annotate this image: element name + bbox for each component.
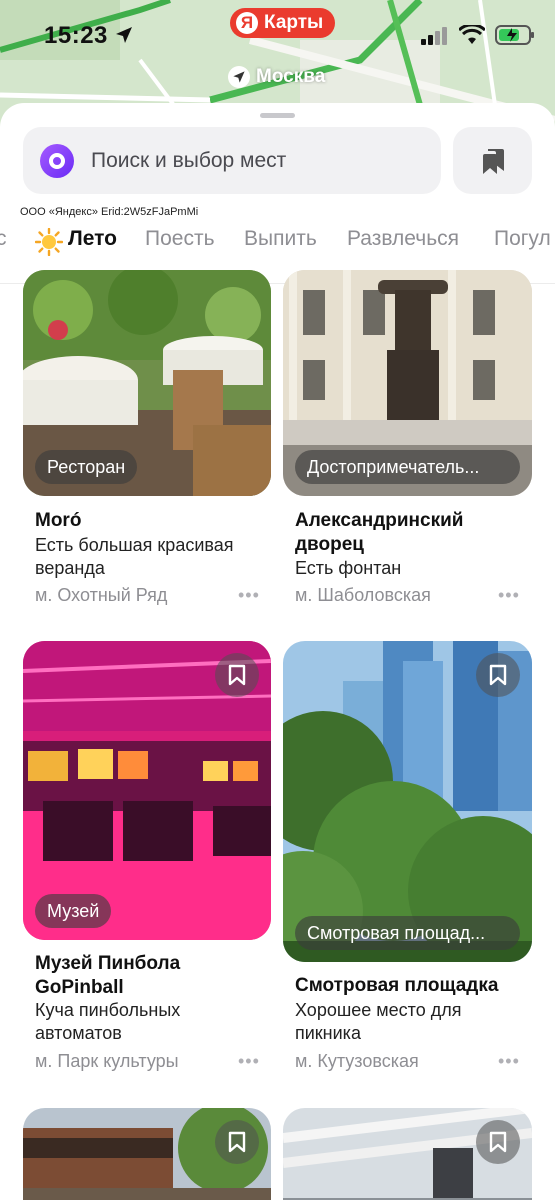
card-image-next-right[interactable]	[283, 1108, 532, 1200]
category-badge: Достопримечатель...	[295, 450, 520, 484]
sheet-grabber[interactable]	[260, 113, 295, 118]
tab-previous[interactable]: с	[0, 227, 7, 251]
card-title[interactable]: Moró	[35, 509, 81, 533]
bookmark-button[interactable]	[476, 1120, 520, 1164]
card-image-next-left[interactable]	[23, 1108, 271, 1200]
category-badge: Музей	[35, 894, 112, 928]
card-description: Хорошее место для пикника	[295, 1000, 462, 1043]
bookmark-button[interactable]	[476, 653, 520, 697]
signal-icon	[421, 27, 447, 45]
battery-icon	[495, 25, 534, 45]
card-title[interactable]: Музей Пинбола GoPinball	[35, 952, 265, 1000]
bookmark-icon	[228, 664, 246, 686]
bookmark-button[interactable]	[215, 653, 259, 697]
status-time: 15:23	[44, 22, 108, 49]
alice-voice-assistant-icon[interactable]	[40, 143, 74, 178]
tab-summer[interactable]: Лето	[68, 227, 117, 251]
current-city[interactable]: Москва	[228, 66, 325, 88]
bookmark-button[interactable]	[215, 1120, 259, 1164]
card-image-museum[interactable]: Музей	[23, 641, 271, 940]
category-badge: Смотровая площад...	[295, 916, 520, 950]
card-description: Есть большая красивая веранда	[35, 535, 234, 578]
location-arrow-icon	[116, 27, 132, 43]
more-options-icon[interactable]: •••	[498, 1051, 520, 1072]
status-icons	[421, 24, 535, 46]
card-metro-station: м. Шаболовская	[295, 585, 431, 605]
more-options-icon[interactable]: •••	[238, 585, 260, 606]
more-options-icon[interactable]: •••	[238, 1051, 260, 1072]
bookmarks-button[interactable]	[453, 127, 532, 194]
tab-walk[interactable]: Погул	[494, 227, 551, 251]
tab-entertainment[interactable]: Развлечься	[347, 227, 459, 251]
tab-drink[interactable]: Выпить	[244, 227, 317, 251]
yandex-logo-icon: Я	[236, 12, 258, 34]
status-bar: 15:23 Я Карты Москва	[0, 0, 555, 88]
card-image-viewpoint[interactable]: Смотровая площад...	[283, 641, 532, 962]
card-title[interactable]: Александринский дворец	[295, 509, 525, 557]
card-description: Есть фонтан	[295, 558, 402, 578]
card-description: Куча пинбольных автоматов	[35, 1000, 181, 1043]
card-image-landmark[interactable]: Достопримечатель...	[283, 270, 532, 496]
brand-name: Карты	[264, 12, 324, 33]
card-metro-station: м. Парк культуры	[35, 1051, 179, 1071]
brand-badge: Я Карты	[230, 8, 336, 38]
bookmark-icon	[489, 1131, 507, 1153]
location-arrow-icon	[228, 66, 250, 88]
card-title[interactable]: Смотровая площадка	[295, 974, 498, 998]
city-name: Москва	[256, 66, 326, 87]
card-metro-station: м. Охотный Ряд	[35, 585, 168, 605]
sun-icon	[35, 228, 63, 256]
bookmark-icon	[489, 664, 507, 686]
category-tabs: с Лето Поесть Выпить Развлечься Погул	[0, 223, 555, 259]
tab-eat[interactable]: Поесть	[145, 227, 215, 251]
card-image-restaurant[interactable]: Ресторан	[23, 270, 271, 496]
wifi-icon	[459, 25, 485, 44]
more-options-icon[interactable]: •••	[498, 585, 520, 606]
category-badge: Ресторан	[35, 450, 138, 484]
search-bar[interactable]: Поиск и выбор мест	[23, 127, 441, 194]
bookmark-icon	[228, 1131, 246, 1153]
ad-disclaimer: ООО «Яндекс» Erid:2W5zFJaPmMi	[20, 206, 199, 218]
card-metro-station: м. Кутузовская	[295, 1051, 419, 1071]
bookmarks-icon	[482, 148, 504, 174]
search-input[interactable]: Поиск и выбор мест	[91, 149, 286, 173]
